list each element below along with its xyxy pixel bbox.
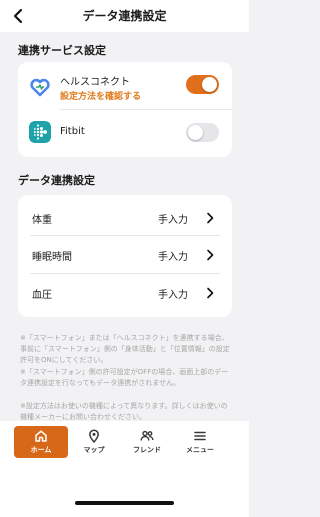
data-value: 手入力 (158, 290, 188, 301)
tab-label: ホーム (30, 446, 52, 454)
tab-friends[interactable]: フレンド (120, 426, 174, 458)
fitbit-toggle[interactable] (186, 123, 219, 142)
service-name: Fitbit (60, 126, 85, 137)
note-permission-off: ※「スマートフォン」側の許可設定がOFFの場合、画面上部のデータ連携設定を行なっ… (20, 368, 229, 387)
toggle-knob (202, 77, 217, 92)
bottom-tab-bar: ホーム マップ フレンド メニュー (0, 421, 249, 517)
divider (30, 235, 220, 236)
data-label: 血圧 (32, 290, 52, 301)
data-row-weight[interactable]: 体重 手入力 (18, 204, 232, 232)
tab-menu[interactable]: メニュー (173, 426, 227, 458)
data-label: 睡眠時間 (32, 252, 72, 263)
services-section-title: 連携サービス設定 (18, 44, 106, 57)
data-card: 体重 手入力 睡眠時間 手入力 血圧 手入力 (18, 195, 232, 317)
toggle-knob (188, 125, 203, 140)
data-label: 体重 (32, 215, 52, 226)
chevron-right-icon (207, 249, 214, 261)
service-name: ヘルスコネクト (60, 77, 130, 88)
tab-home[interactable]: ホーム (14, 426, 68, 458)
setup-guide-link[interactable]: 設定方法を確認する (60, 89, 141, 102)
home-icon (35, 430, 47, 442)
fitbit-icon (29, 121, 51, 143)
data-row-blood-pressure[interactable]: 血圧 手入力 (18, 279, 232, 307)
data-section-title: データ連携設定 (18, 174, 95, 187)
note-permission: ※「スマートフォン」または「ヘルスコネクト」を連携する場合、事前に「スマートフォ… (20, 334, 230, 364)
health-connect-toggle[interactable] (186, 75, 219, 94)
data-value: 手入力 (158, 252, 188, 263)
page-title: データ連携設定 (82, 9, 167, 23)
note-device: ※設定方法はお使いの機種によって異なります。詳しくはお使いの機種メーカーにお問い… (20, 402, 228, 421)
tab-label: フレンド (133, 446, 161, 454)
service-row-fitbit: Fitbit (18, 112, 232, 152)
tab-map[interactable]: マップ (67, 426, 121, 458)
divider (30, 273, 220, 274)
map-pin-icon (89, 429, 99, 443)
menu-icon (194, 431, 206, 441)
data-value: 手入力 (158, 215, 188, 226)
chevron-right-icon (207, 287, 214, 299)
header-bar: データ連携設定 (0, 0, 249, 32)
tab-label: メニュー (186, 446, 214, 454)
divider (60, 109, 232, 110)
health-connect-icon (29, 76, 51, 98)
chevron-right-icon (207, 212, 214, 224)
tab-label: マップ (83, 446, 105, 454)
friends-icon (140, 430, 154, 441)
data-row-sleep[interactable]: 睡眠時間 手入力 (18, 241, 232, 269)
home-indicator (75, 501, 174, 505)
service-row-health-connect: ヘルスコネクト 設定方法を確認する (18, 65, 232, 105)
services-card: ヘルスコネクト 設定方法を確認する Fitbit (18, 62, 232, 157)
